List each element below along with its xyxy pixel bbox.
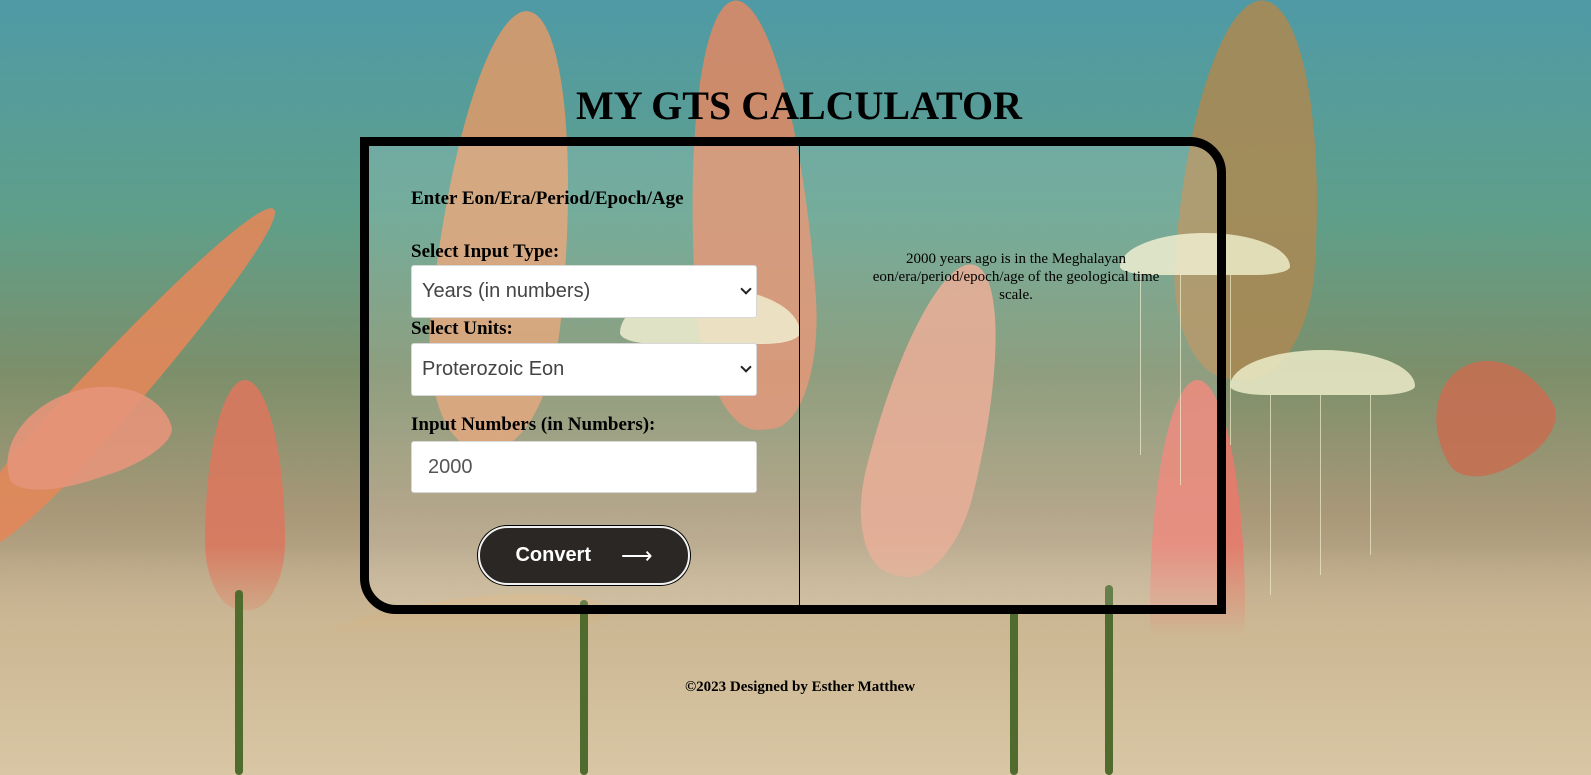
convert-button-label: Convert <box>515 544 592 566</box>
form-heading: Enter Eon/Era/Period/Epoch/Age <box>411 188 684 209</box>
chevron-down-icon <box>740 283 752 295</box>
page-title: MY GTS CALCULATOR <box>576 83 1022 128</box>
number-input-value: 2000 <box>428 455 473 478</box>
input-type-label: Select Input Type: <box>411 241 560 262</box>
input-type-select[interactable]: Years (in numbers) <box>411 265 757 318</box>
footer-credit: ©2023 Designed by Esther Matthew <box>684 679 916 695</box>
card-divider <box>799 142 800 610</box>
result-text: 2000 years ago is in the Meghalayan eon/… <box>872 251 1160 303</box>
units-value: Proterozoic Eon <box>422 358 565 380</box>
units-label: Select Units: <box>411 318 513 339</box>
chevron-down-icon <box>740 361 752 373</box>
number-label: Input Numbers (in Numbers): <box>411 414 656 435</box>
arrow-right-icon: ⟶ <box>621 542 653 568</box>
number-input[interactable]: 2000 <box>411 441 757 493</box>
convert-button[interactable]: Convert ⟶ <box>478 526 690 585</box>
units-select[interactable]: Proterozoic Eon <box>411 343 757 396</box>
input-type-value: Years (in numbers) <box>422 280 591 302</box>
